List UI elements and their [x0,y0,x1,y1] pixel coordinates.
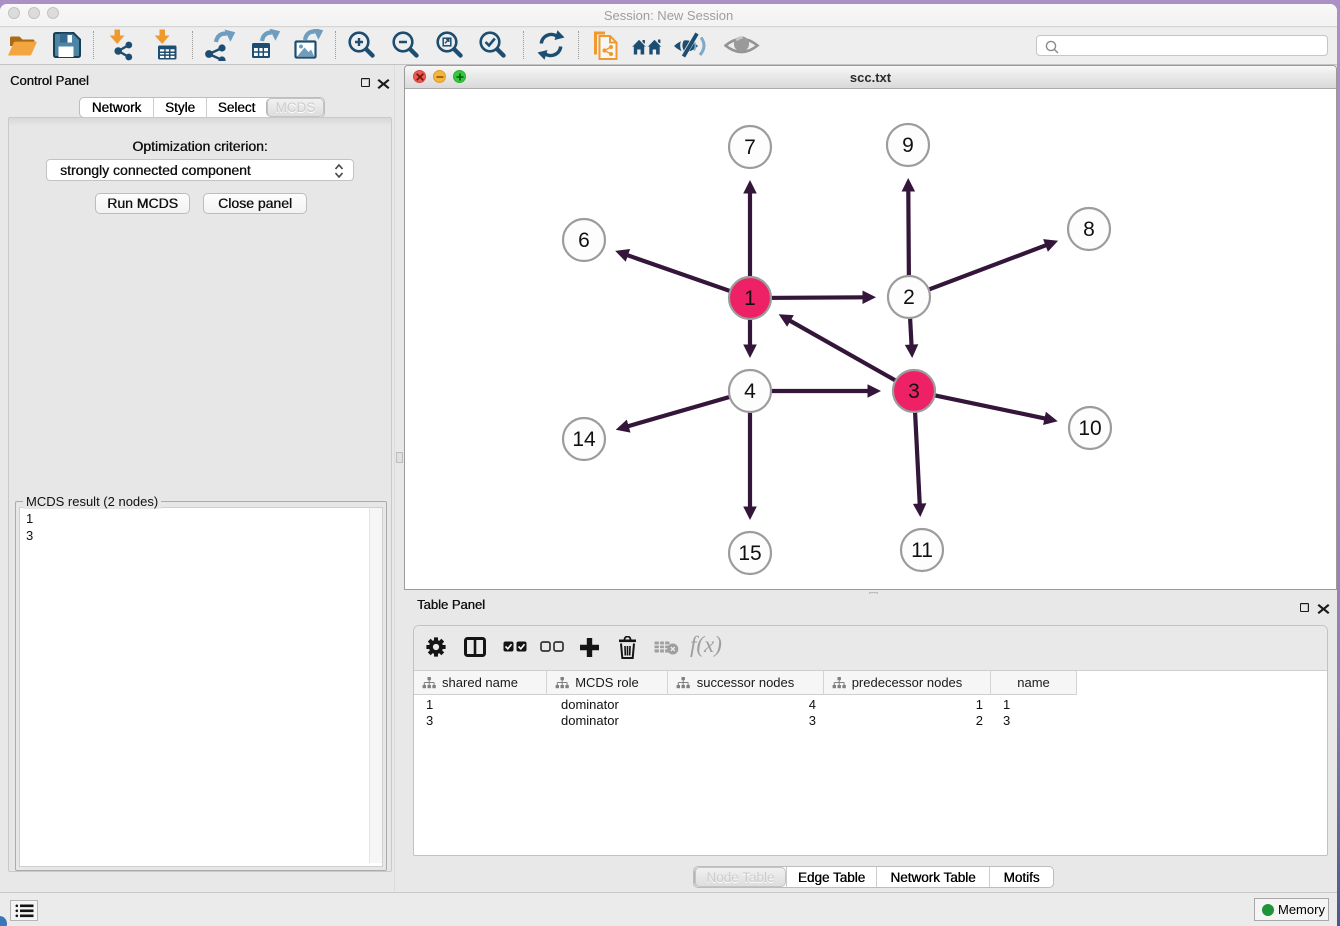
svg-text:6: 6 [578,229,590,252]
svg-text:14: 14 [572,428,596,451]
svg-text:4: 4 [744,380,756,403]
svg-text:10: 10 [1078,417,1101,440]
svg-text:2: 2 [903,286,915,309]
svg-text:9: 9 [902,134,914,157]
svg-text:3: 3 [908,380,920,403]
svg-text:11: 11 [911,539,933,562]
svg-text:1: 1 [744,287,756,310]
svg-text:8: 8 [1083,218,1095,241]
svg-text:15: 15 [738,542,761,565]
svg-text:7: 7 [744,136,756,159]
